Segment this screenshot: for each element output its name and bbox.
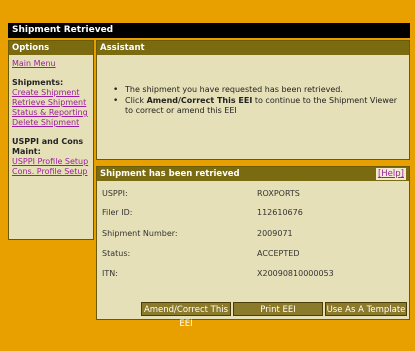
field-row-itn: ITN: X20090810000053 [102,268,402,280]
assistant-panel: Assistant • The shipment you have reques… [96,40,410,160]
field-value: 2009071 [257,229,293,238]
field-label: Status: [102,249,131,258]
app-frame: Shipment Retrieved Options Main Menu Shi… [0,0,415,351]
delete-shipment-link[interactable]: Delete Shipment [12,118,90,128]
help-link-label[interactable]: Help [381,169,400,179]
field-value: ACCEPTED [257,249,300,258]
create-shipment-link[interactable]: Create Shipment [12,88,90,98]
field-row-shipment-number: Shipment Number: 2009071 [102,228,402,240]
cons-profile-setup-link[interactable]: Cons. Profile Setup [12,167,90,177]
field-label: Shipment Number: [102,229,178,238]
help-link[interactable]: [Help] [375,168,406,180]
bullet-icon: • [113,85,119,95]
field-value: 112610676 [257,208,303,217]
field-label: Filer ID: [102,208,133,217]
usppi-profile-setup-link[interactable]: USPPI Profile Setup [12,157,90,167]
shipments-heading: Shipments: [12,78,64,87]
shipment-panel-title: Shipment has been retrieved [Help] [97,167,409,181]
sidebar-title: Options [9,41,93,55]
assistant-message-bold: Amend/Correct This EEI [146,96,253,105]
use-as-template-button[interactable]: Use As A Template [325,302,407,316]
shipment-title-text: Shipment has been retrieved [100,169,240,179]
field-value: X20090810000053 [257,269,334,278]
field-row-status: Status: ACCEPTED [102,248,402,260]
options-sidebar: Options Main Menu Shipments: Create Ship… [8,40,94,240]
status-reporting-link[interactable]: Status & Reporting [12,108,90,118]
main-menu-link[interactable]: Main Menu [12,59,90,69]
assistant-message: • The shipment you have requested has be… [113,85,405,95]
bullet-icon: • [113,96,119,106]
assistant-message-pre: Click [125,96,147,105]
assistant-title: Assistant [97,41,409,55]
assistant-messages: • The shipment you have requested has be… [113,85,405,117]
field-row-usppi: USPPI: ROXPORTS [102,188,402,200]
print-eei-button[interactable]: Print EEI [233,302,323,316]
field-label: USPPI: [102,189,128,198]
assistant-message-text: The shipment you have requested has been… [125,85,343,94]
window-title: Shipment Retrieved [8,23,410,38]
amend-correct-eei-button[interactable]: Amend/Correct This EEI [141,302,231,329]
shipment-panel: Shipment has been retrieved [Help] USPPI… [96,166,410,329]
usppi-cons-heading: USPPI and Cons Maint: [12,137,84,156]
field-row-filer-id: Filer ID: 112610676 [102,207,402,219]
field-label: ITN: [102,269,118,278]
field-value: ROXPORTS [257,189,300,198]
retrieve-shipment-link[interactable]: Retrieve Shipment [12,98,90,108]
assistant-message: • Click Amend/Correct This EEI to contin… [113,96,405,116]
